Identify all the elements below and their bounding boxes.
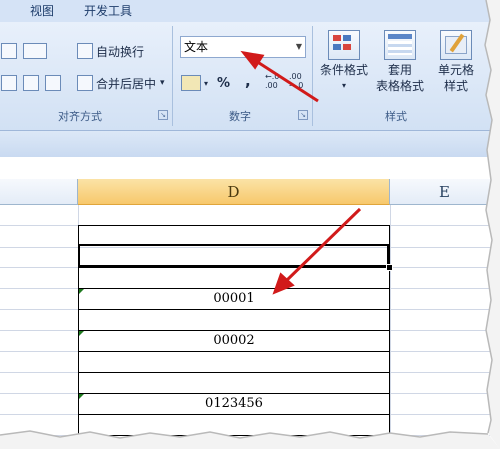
excel-window: 视图 开发工具 自动换行 合并后居中 ▾ 对齐方式 ↘ 文本 ▼ ▾ % , ←… [0, 0, 500, 449]
torn-edge [0, 0, 500, 449]
